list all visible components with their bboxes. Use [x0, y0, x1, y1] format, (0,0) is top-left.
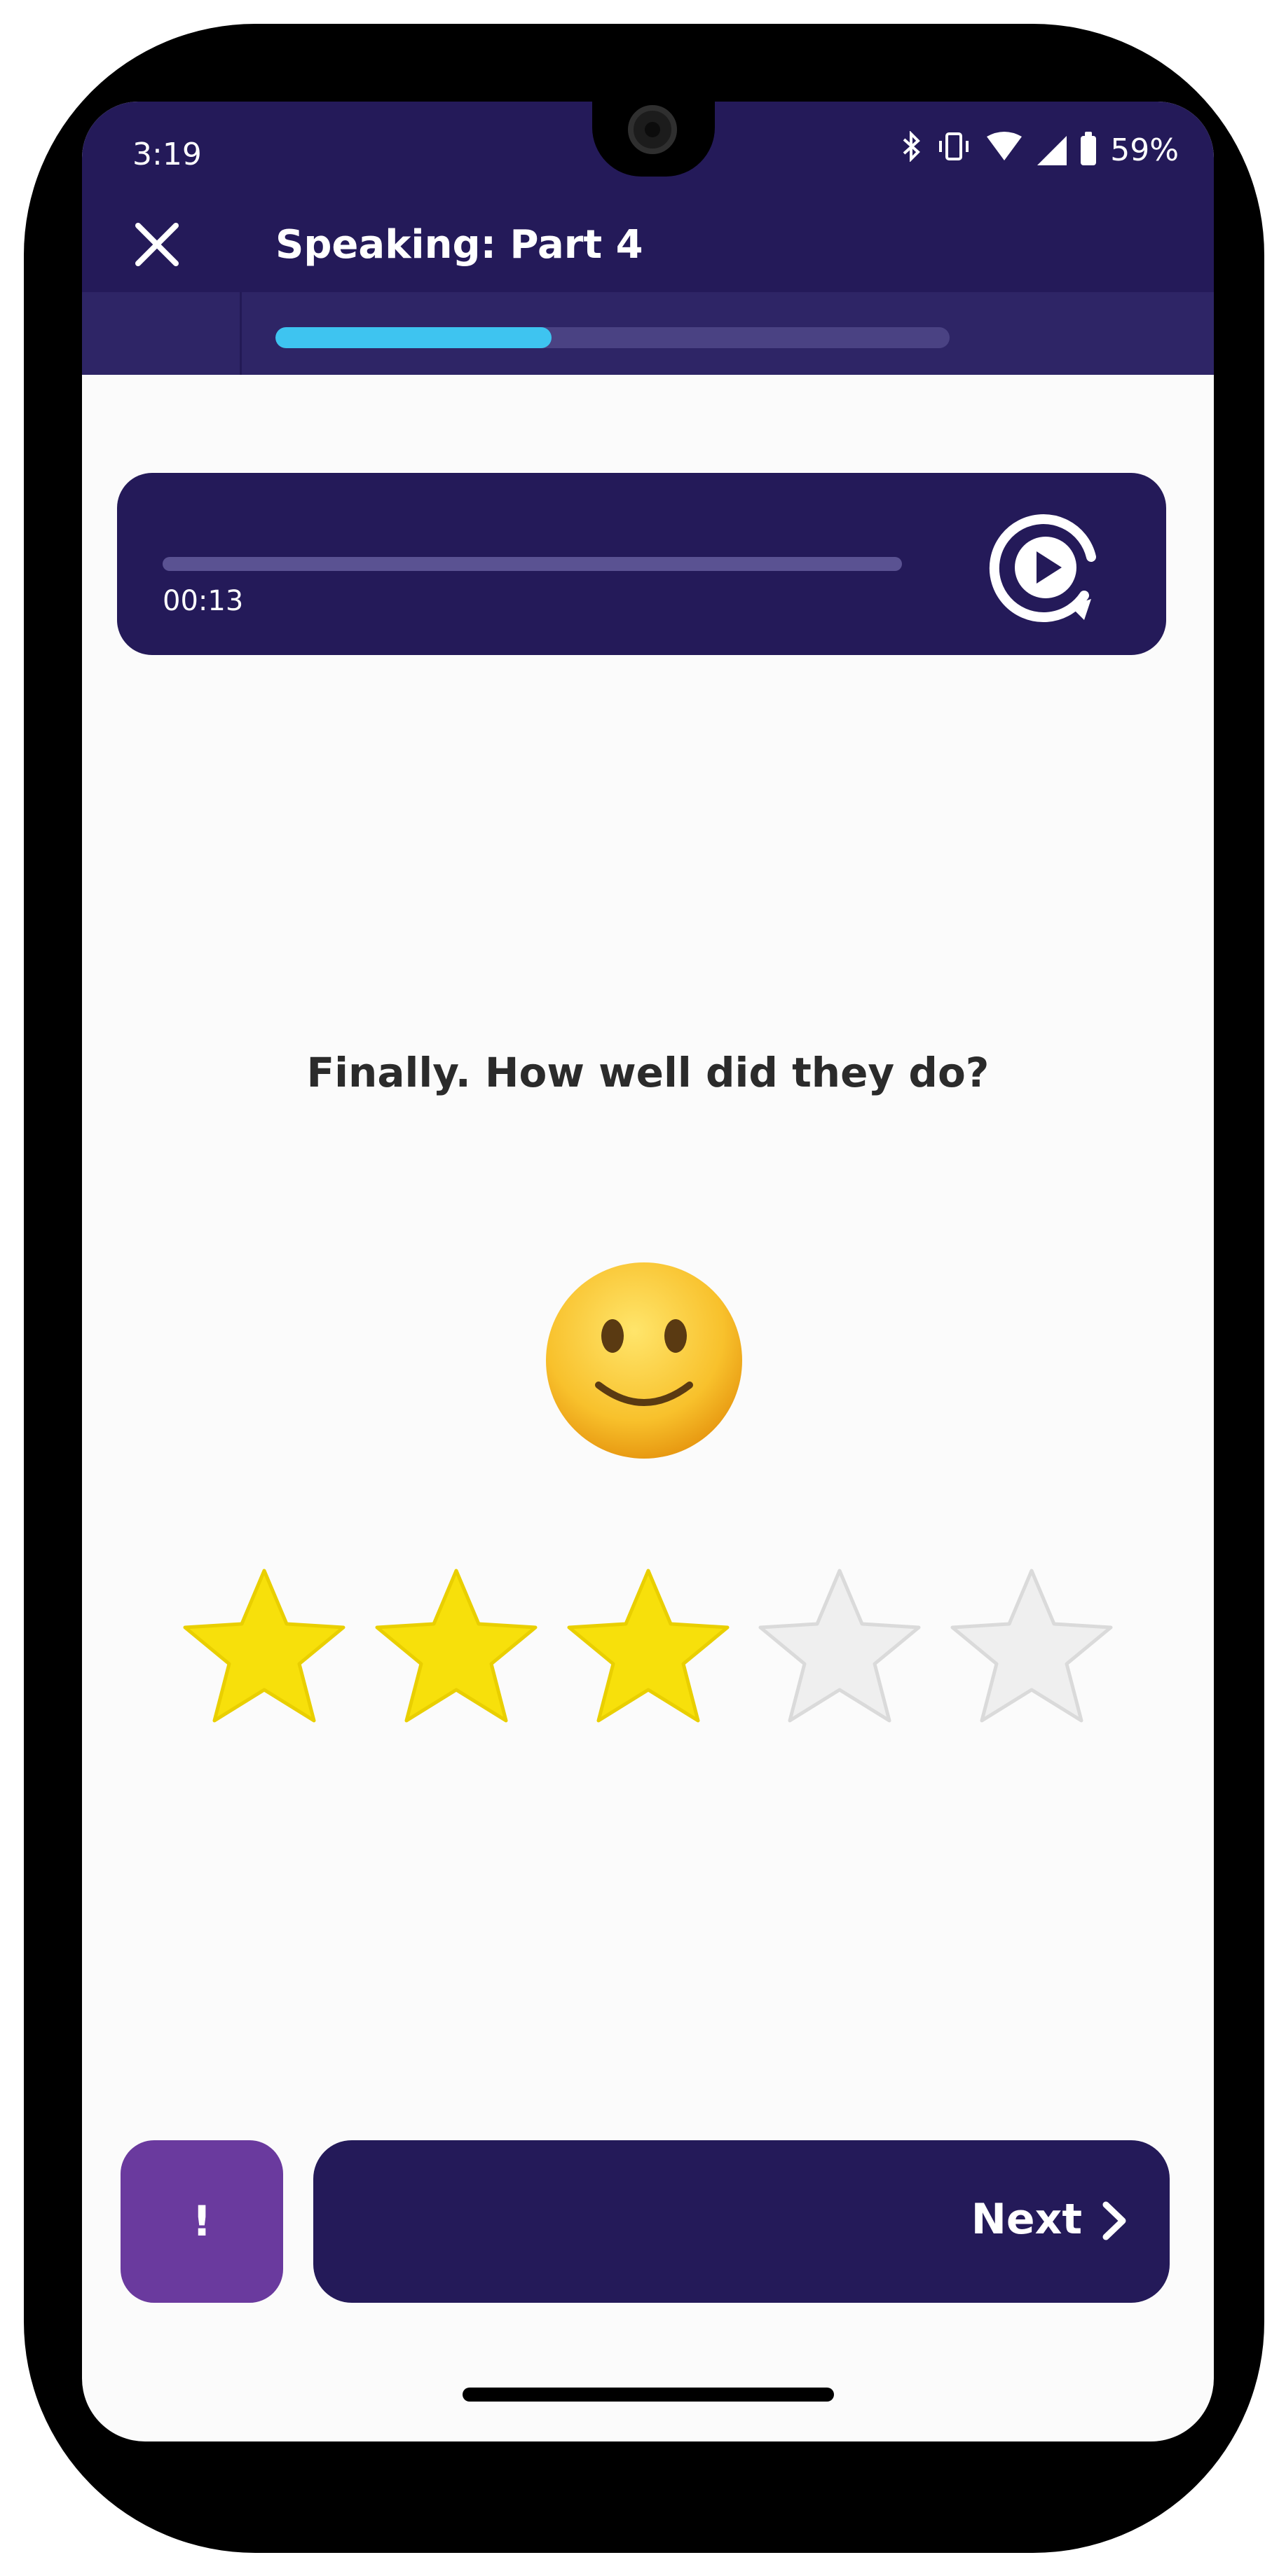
- chevron-right-icon: [1102, 2201, 1126, 2240]
- audio-elapsed-time: 00:13: [163, 585, 244, 617]
- status-icons: 59%: [901, 130, 1179, 170]
- lesson-progress-fill: [275, 327, 552, 348]
- battery-icon: [1081, 131, 1097, 165]
- signal-icon: [1037, 135, 1067, 165]
- report-button[interactable]: !: [121, 2140, 283, 2303]
- bluetooth-icon: [901, 130, 922, 170]
- front-camera: [628, 105, 677, 154]
- home-indicator[interactable]: [463, 2388, 834, 2402]
- star-filled-icon[interactable]: [369, 1562, 544, 1737]
- rating-question: Finally. How well did they do?: [306, 1049, 990, 1096]
- star-filled-icon[interactable]: [177, 1562, 352, 1737]
- replay-icon: [989, 514, 1096, 623]
- vibrate-icon: [936, 131, 971, 170]
- audio-player: 00:13: [117, 473, 1166, 655]
- next-button-label: Next: [971, 2195, 1082, 2244]
- star-rating: [177, 1562, 1119, 1737]
- strip-divider: [240, 292, 242, 375]
- wifi-icon: [985, 131, 1023, 170]
- audio-seek-bar[interactable]: [163, 557, 902, 571]
- star-empty-icon[interactable]: [944, 1562, 1119, 1737]
- next-button[interactable]: Next: [313, 2140, 1170, 2303]
- status-time: 3:19: [132, 137, 202, 172]
- lesson-progress-bar: [275, 327, 950, 348]
- star-filled-icon[interactable]: [561, 1562, 736, 1737]
- close-icon: [135, 223, 179, 266]
- app-screen: 3:19 59% Speaking: Part 4 00:13 Finally.…: [82, 102, 1214, 2441]
- page-title: Speaking: Part 4: [275, 222, 643, 268]
- smiley-face-icon: [542, 1259, 746, 1462]
- progress-strip: [82, 292, 1214, 375]
- replay-button[interactable]: [979, 501, 1112, 634]
- battery-percent: 59%: [1110, 132, 1179, 168]
- close-button[interactable]: [130, 217, 184, 272]
- star-empty-icon[interactable]: [752, 1562, 927, 1737]
